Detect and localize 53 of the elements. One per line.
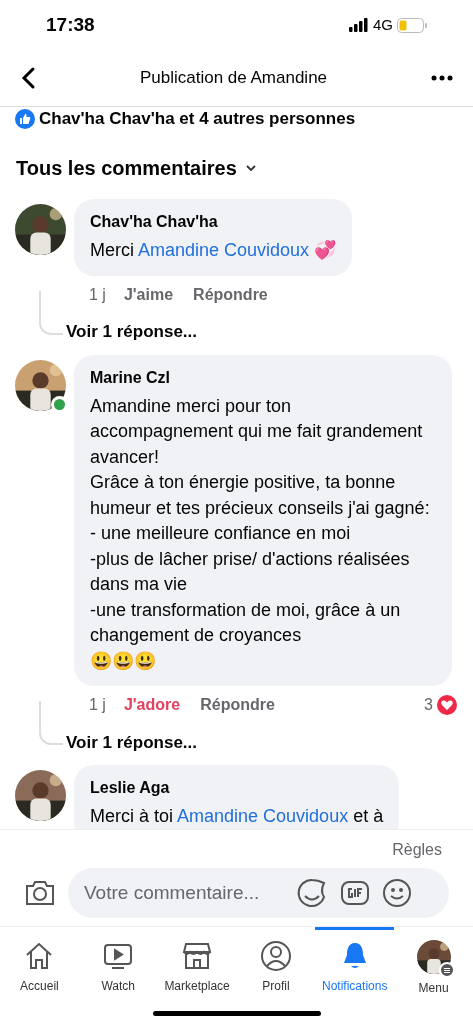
mention-link[interactable]: Amandine Couvidoux [138, 240, 310, 260]
chevron-icon [244, 164, 257, 172]
avatar[interactable] [15, 770, 66, 821]
comment-text: Amandine merci pour ton accompagnement qui me fait grandement avancer! [90, 394, 424, 469]
avatar[interactable] [15, 204, 66, 255]
comment-text: Merci à toi Amandine Couvidoux et à [90, 805, 384, 828]
thread-line [39, 290, 63, 335]
replies-link[interactable]: Voir 1 réponse... [66, 729, 197, 755]
replies-link[interactable]: Voir 1 réponse... [66, 319, 197, 345]
comment-text: Grâce à ton énergie positive, ta bonne humeur et tes précieux conseils j'ai gagné: [90, 471, 431, 520]
comment-input[interactable]: Votre commentaire... [84, 878, 284, 908]
comment-text: -une transformation de moi, grâce à un changement de croyances [90, 598, 402, 647]
comment-text: Merci Amandine Couvidoux 💞 [90, 239, 337, 262]
likes-summary[interactable]: Chav'ha Chav'ha et 4 autres personnes [39, 107, 356, 132]
tab-item[interactable]: Menu [394, 927, 473, 997]
sticker-icon[interactable] [296, 877, 328, 909]
camera-icon[interactable] [24, 879, 56, 907]
battery-icon [397, 17, 427, 33]
more-icon[interactable] [431, 75, 453, 81]
back-icon[interactable] [20, 66, 36, 90]
store-icon [181, 940, 214, 972]
reaction-count: 3 [424, 695, 433, 715]
like-icon [15, 108, 35, 129]
comment-author: Leslie Aga [90, 778, 171, 798]
tab-item[interactable]: Accueil [0, 927, 79, 997]
tab-item[interactable]: Marketplace [157, 927, 237, 997]
status-time: 17:38 [46, 12, 95, 37]
mention-link[interactable]: Amandine Couvidoux [177, 806, 349, 826]
comment-text: 😃😃😃 [90, 649, 157, 673]
comment-text: -plus de lâcher prise/ d'actions réalisées dans ma vie [90, 547, 411, 596]
profile-icon [259, 940, 292, 972]
thread-line [39, 701, 63, 745]
page-title: Publication de Amandine [139, 67, 328, 90]
reaction-link[interactable]: J'adore [123, 693, 181, 717]
avatar[interactable] [15, 359, 66, 411]
reply-link[interactable]: Répondre [193, 282, 268, 307]
emoji-icon[interactable] [382, 878, 412, 908]
reaction-link[interactable]: J'aime [123, 282, 174, 307]
network-label: 4G [373, 14, 393, 35]
comment-time: 1 j [89, 695, 106, 715]
comment-author: Marine Czl [90, 367, 171, 388]
composer-bar[interactable]: Votre commentaire... [68, 868, 449, 918]
comment-time: 1 j [89, 284, 106, 305]
comment-author: Chav'ha Chav'ha [90, 212, 219, 232]
rules-link[interactable]: Règles [392, 838, 442, 862]
gif-icon[interactable] [340, 879, 370, 907]
tab-item[interactable]: Profil [236, 927, 316, 997]
reply-link[interactable]: Répondre [200, 693, 275, 717]
comment-text: - une meilleure confiance en moi [90, 522, 352, 545]
comment-filter[interactable]: Tous les commentaires [0, 153, 273, 183]
tab-item[interactable]: Watch [78, 927, 158, 997]
signal-icon [349, 18, 369, 32]
tab-item[interactable]: Notifications [315, 927, 395, 997]
